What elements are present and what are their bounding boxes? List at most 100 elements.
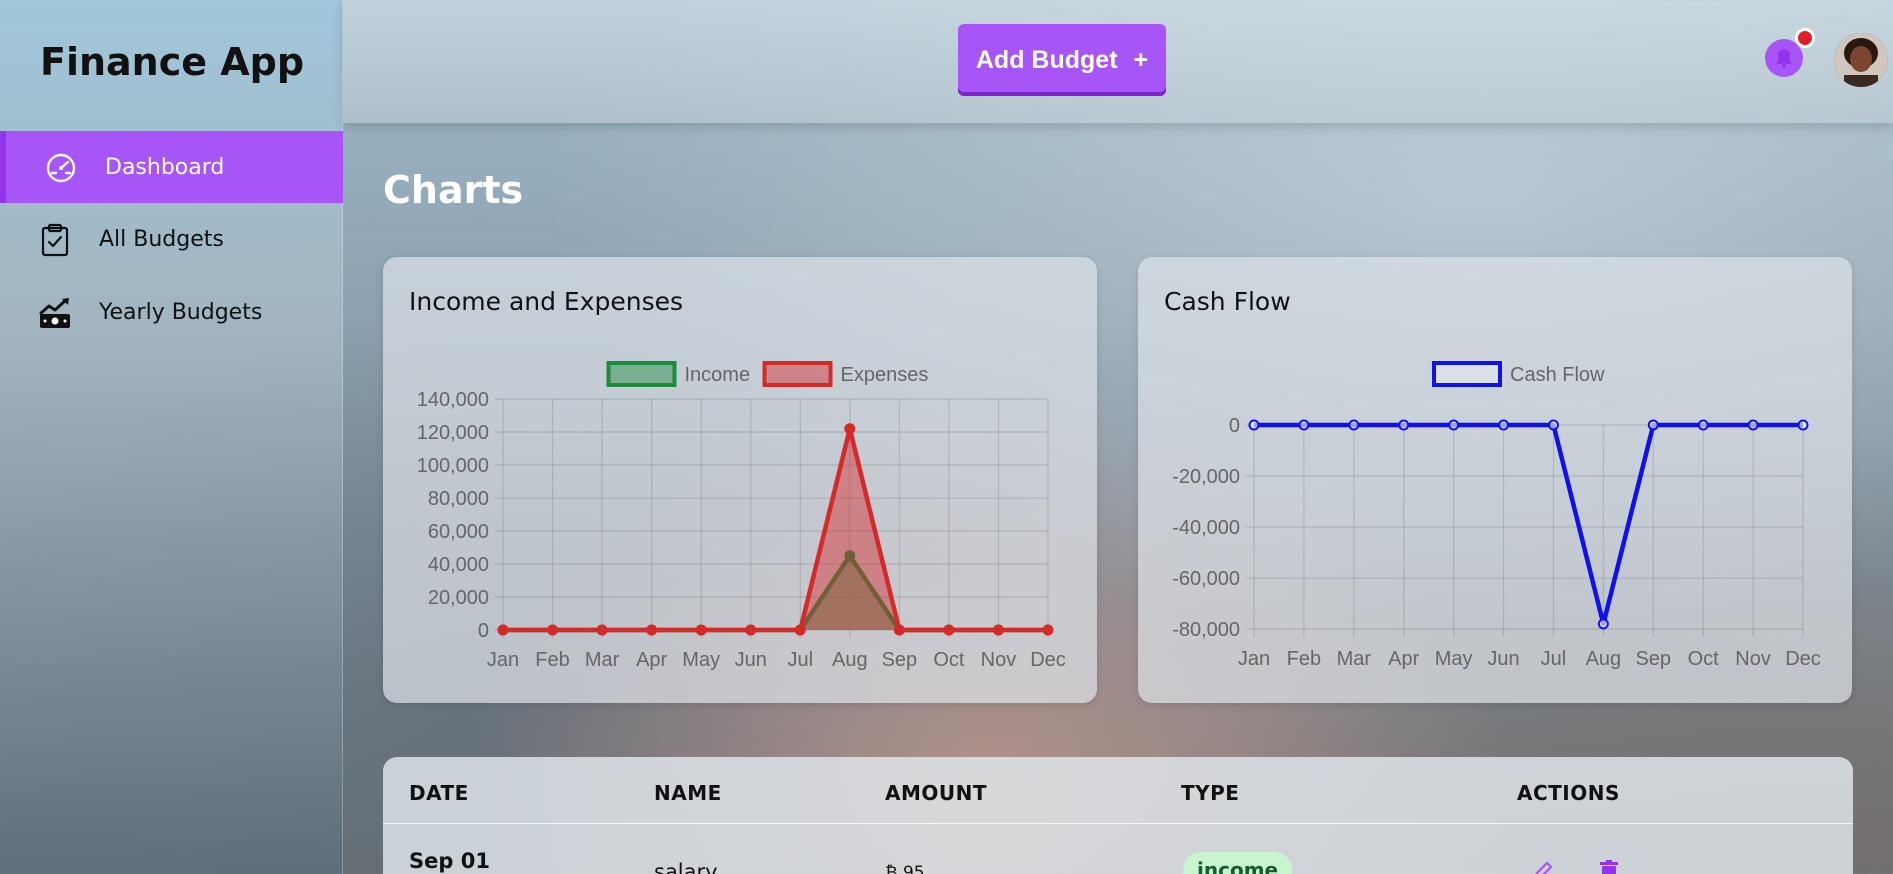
data-point	[646, 624, 658, 636]
data-point	[1448, 419, 1460, 431]
data-point	[1298, 419, 1310, 431]
row-name: salary	[654, 860, 718, 874]
y-tick-label: -40,000	[1172, 517, 1240, 539]
data-point	[547, 624, 559, 636]
data-point	[1398, 419, 1410, 431]
page-title: Charts	[383, 168, 524, 212]
data-point	[1547, 419, 1559, 431]
app-title: Finance App	[40, 40, 305, 84]
clipboard-check-icon	[41, 223, 69, 257]
y-tick-label: 60,000	[428, 521, 489, 543]
sidebar: Finance App Dashboard All Budgets Yearly…	[0, 0, 343, 874]
legend-swatch	[1432, 361, 1502, 387]
x-tick-label: Feb	[1287, 648, 1321, 670]
data-point	[1248, 419, 1260, 431]
x-tick-label: Sep	[1635, 648, 1671, 670]
data-point	[1597, 618, 1609, 630]
x-tick-label: Dec	[1030, 649, 1066, 671]
data-point	[844, 423, 856, 435]
sidebar-item-label: Dashboard	[105, 154, 225, 180]
data-point	[943, 624, 955, 636]
y-tick-label: -60,000	[1172, 568, 1240, 590]
gauge-icon	[46, 153, 76, 183]
legend-swatch	[606, 361, 677, 387]
x-tick-label: Aug	[1586, 648, 1622, 670]
x-tick-label: Aug	[832, 649, 868, 671]
data-point	[1697, 419, 1709, 431]
legend-label: Expenses	[841, 364, 929, 386]
x-tick-label: Mar	[585, 649, 620, 671]
x-tick-label: Jun	[735, 649, 767, 671]
data-point	[1747, 419, 1759, 431]
x-tick-label: Apr	[1388, 648, 1419, 670]
column-header-name: NAME	[654, 781, 722, 805]
x-tick-label: Oct	[933, 649, 965, 671]
type-badge: income	[1183, 852, 1293, 874]
data-point	[695, 624, 707, 636]
y-tick-label: -80,000	[1172, 619, 1240, 641]
y-tick-label: 80,000	[428, 488, 489, 510]
y-tick-label: 120,000	[417, 422, 489, 444]
x-tick-label: Feb	[535, 649, 569, 671]
y-tick-label: 140,000	[417, 389, 489, 411]
row-amount: ₿ 95	[885, 863, 925, 874]
cash-flow-chart: 0 -20,000 -40,000 -60,000 -80,000 Jan Feb Mar Ap…	[1172, 361, 1821, 670]
sidebar-item-yearly-budgets[interactable]: Yearly Budgets	[0, 276, 343, 348]
x-tick-label: Jun	[1487, 648, 1519, 670]
y-tick-label: 20,000	[428, 587, 489, 609]
edit-icon[interactable]	[1531, 859, 1555, 874]
top-header: Add Budget +	[343, 0, 1893, 123]
data-point	[992, 624, 1004, 636]
add-budget-label: Add Budget	[975, 45, 1118, 74]
y-tick-label: 0	[1229, 415, 1240, 437]
series-area-expenses	[503, 428, 1048, 630]
notification-badge	[1795, 28, 1815, 48]
header-divider	[383, 823, 1853, 824]
series-line-cash-flow	[1254, 422, 1803, 627]
data-point	[893, 624, 905, 636]
y-tick-label: 100,000	[417, 455, 489, 477]
income-expenses-card: Income and Expenses 140,000 120,000 100,00…	[383, 257, 1097, 703]
money-growth-icon	[39, 298, 70, 328]
data-point	[1498, 419, 1510, 431]
add-budget-button[interactable]: Add Budget +	[958, 24, 1166, 96]
data-point	[497, 624, 509, 636]
legend-label: Income	[685, 364, 751, 386]
series-line-income	[503, 553, 1048, 633]
x-tick-label: Dec	[1785, 648, 1821, 670]
x-tick-label: Mar	[1337, 648, 1372, 670]
data-point	[794, 624, 806, 636]
budgets-table: DATE NAME AMOUNT TYPE ACTIONS Sep 01 sal…	[383, 757, 1853, 874]
sidebar-item-all-budgets[interactable]: All Budgets	[0, 203, 343, 275]
x-tick-label: Jan	[487, 649, 519, 671]
row-date: Sep 01	[409, 849, 490, 873]
column-header-amount: AMOUNT	[885, 781, 988, 805]
x-tick-label: Sep	[882, 649, 918, 671]
data-point	[745, 624, 757, 636]
y-tick-label: 0	[478, 620, 489, 642]
data-point	[1042, 624, 1054, 636]
data-point	[1797, 419, 1809, 431]
x-tick-label: Nov	[981, 649, 1017, 671]
trash-icon[interactable]	[1597, 859, 1621, 874]
data-point	[1348, 419, 1360, 431]
column-header-date: DATE	[409, 781, 469, 805]
user-photo	[1834, 33, 1888, 87]
x-tick-label: Apr	[636, 649, 667, 671]
income-expenses-chart: 140,000 120,000 100,000 80,000 60,000 40,000 2…	[417, 361, 1066, 671]
legend-swatch	[762, 361, 833, 387]
x-tick-label: Jul	[787, 649, 813, 671]
plus-icon: +	[1133, 45, 1149, 74]
column-header-actions: ACTIONS	[1517, 781, 1620, 805]
series-area-income	[503, 555, 1048, 630]
x-tick-label: Nov	[1735, 648, 1771, 670]
sidebar-item-label: Yearly Budgets	[99, 299, 263, 325]
sidebar-item-label: All Budgets	[99, 226, 224, 252]
y-tick-label: 40,000	[428, 554, 489, 576]
avatar[interactable]	[1834, 33, 1888, 87]
data-point	[596, 624, 608, 636]
x-tick-label: Jul	[1541, 648, 1567, 670]
sidebar-item-dashboard[interactable]: Dashboard	[0, 131, 343, 203]
y-tick-label: -20,000	[1172, 466, 1240, 488]
cash-flow-card: Cash Flow 0 -20,000 -40,000 -60,000 -80,000 J…	[1138, 257, 1852, 703]
